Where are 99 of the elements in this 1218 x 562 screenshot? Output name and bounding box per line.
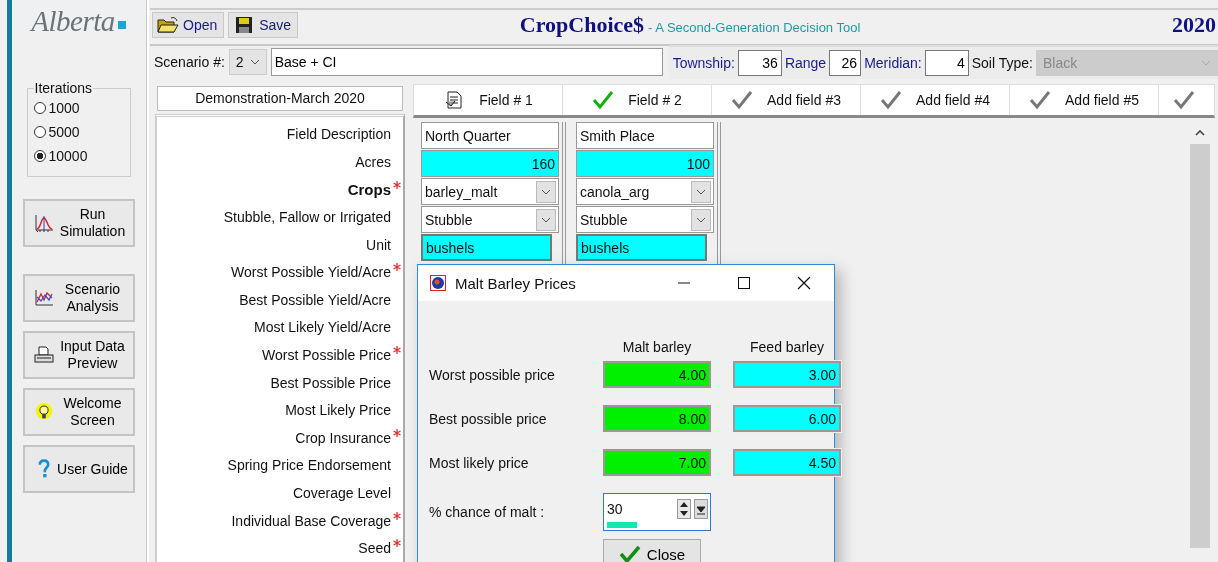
line-chart-icon <box>32 288 55 308</box>
field-label: Unit <box>366 236 391 253</box>
field-label: Worst Possible Price <box>262 347 391 364</box>
checkmark-icon <box>592 90 615 110</box>
field-label: Best Possible Price <box>270 374 391 391</box>
field-label: Spring Price Endorsement <box>227 457 391 474</box>
side-button[interactable]: Input Data Preview <box>22 331 135 379</box>
folder-icon <box>157 16 179 34</box>
field-label: Individual Base Coverage <box>231 512 391 529</box>
price-label: Most likely price <box>429 454 530 471</box>
acres-field[interactable]: 100 <box>576 150 714 177</box>
field-label: Coverage Level <box>292 485 391 501</box>
logo-text: Alberta <box>31 4 115 38</box>
tillage-dropdown[interactable]: Stubble <box>421 206 559 233</box>
field-label: Best Possible Yield/Acre <box>239 291 391 308</box>
app-title: CropChoice$ <box>519 12 645 38</box>
field-tab[interactable]: Add field #3 <box>712 85 861 115</box>
field-label: Most Likely Yield/Acre <box>254 319 391 336</box>
checkmark-icon <box>880 90 902 110</box>
side-button[interactable]: User Guide <box>22 445 135 493</box>
scroll-thumb[interactable] <box>1190 144 1210 548</box>
radio-option[interactable]: 5000 <box>33 120 124 144</box>
unit-field[interactable]: bushels <box>576 234 707 261</box>
township-field[interactable]: 36 <box>737 50 782 76</box>
side-button[interactable]: Run Simulation <box>22 199 135 247</box>
feed-price-field[interactable]: 4.50 <box>733 449 841 476</box>
data-set-name: Demonstration-March 2020 <box>157 86 403 111</box>
field-label: Field Description <box>286 126 391 143</box>
scenario-name-field[interactable]: Base + CI <box>270 48 663 76</box>
crop-dropdown[interactable]: barley_malt <box>421 178 559 205</box>
chevron-down-icon <box>696 216 706 223</box>
tillage-dropdown[interactable]: Stubble <box>576 206 714 233</box>
chance-label: % chance of malt : <box>429 504 546 520</box>
checkmark-icon <box>1173 90 1195 110</box>
chevron-down-icon <box>541 188 551 195</box>
year-label: 2020 <box>1172 12 1217 38</box>
chevron-down-icon <box>696 188 706 195</box>
field-tab[interactable]: Add field #5 <box>1010 85 1159 115</box>
scenario-label: Scenario #: <box>154 54 225 70</box>
toolbar-button[interactable]: Save <box>228 12 299 38</box>
toolbar-button[interactable]: Open <box>152 12 225 38</box>
side-button[interactable]: Scenario Analysis <box>22 274 135 322</box>
crop-dropdown[interactable]: canola_arg <box>576 178 714 205</box>
close-icon[interactable] <box>797 276 811 290</box>
unit-field[interactable]: bushels <box>421 234 552 261</box>
side-button[interactable]: Welcome Screen <box>22 388 135 436</box>
price-label: Worst possible price <box>429 366 556 383</box>
field-label: Acres <box>355 153 391 170</box>
feed-price-field[interactable]: 3.00 <box>733 361 841 388</box>
malt-price-field[interactable]: 7.00 <box>603 449 711 476</box>
spinner-arrows-icon[interactable] <box>677 499 691 519</box>
group-title: Iterations <box>33 80 94 96</box>
column-header: Malt barley <box>621 339 693 355</box>
radio-option[interactable]: 10000 <box>33 144 124 168</box>
field-tab[interactable]: Add field #4 <box>861 85 1010 115</box>
dropdown-button[interactable] <box>691 180 711 203</box>
field-label: Crop Insurance <box>295 429 391 446</box>
chance-spinner[interactable]: 30 <box>603 493 711 531</box>
checkmark-icon <box>618 545 641 562</box>
app-subtitle: - A Second-Generation Decision Tool <box>648 20 861 35</box>
soil-type-label: Soil Type: <box>971 55 1033 71</box>
dropdown-button[interactable] <box>691 208 711 231</box>
chevron-down-icon <box>541 216 551 223</box>
field-label: Crops <box>347 181 391 198</box>
price-label: Best possible price <box>429 410 548 427</box>
maximize-icon[interactable] <box>737 276 751 290</box>
malt-price-field[interactable]: 4.00 <box>603 361 711 388</box>
meridian-field[interactable]: 4 <box>924 50 969 76</box>
field-label: Most Likely Price <box>285 402 391 419</box>
field-label: Seed <box>358 540 391 557</box>
column-header: Feed barley <box>749 339 825 355</box>
globe-icon <box>430 275 446 291</box>
description-field[interactable]: North Quarter <box>421 122 559 149</box>
close-button[interactable]: Close <box>603 539 701 562</box>
malt-price-field[interactable]: 8.00 <box>603 405 711 432</box>
logo-square-icon <box>117 21 126 29</box>
printer-icon <box>32 345 55 365</box>
scroll-up-icon[interactable] <box>1195 130 1205 136</box>
field-tab[interactable]: Field # 2 <box>563 85 712 115</box>
checkmark-icon <box>731 90 753 110</box>
field-label: Worst Possible Yield/Acre <box>230 264 391 281</box>
range-field[interactable]: 26 <box>829 50 862 76</box>
dropdown-button[interactable] <box>536 180 556 203</box>
checkmark-icon <box>1029 90 1051 110</box>
bell-curve-chart-icon <box>32 213 55 233</box>
dropdown-button[interactable] <box>536 208 556 231</box>
radio-option[interactable]: 1000 <box>33 96 124 120</box>
dialog-title: Malt Barley Prices <box>455 274 577 292</box>
range-label: Range <box>784 55 827 71</box>
chevron-down-icon <box>1201 60 1211 66</box>
scenario-number-dropdown[interactable]: 2 <box>228 49 267 75</box>
description-field[interactable]: Smith Place <box>576 122 714 149</box>
feed-price-field[interactable]: 6.00 <box>733 405 841 432</box>
chevron-down-icon <box>249 59 260 65</box>
township-label: Township: <box>672 55 735 71</box>
field-tab[interactable]: Field # 1 <box>414 85 563 115</box>
acres-field[interactable]: 160 <box>421 150 559 177</box>
field-label: Stubble, Fallow or Irrigated <box>223 209 391 226</box>
meridian-label: Meridian: <box>864 55 922 71</box>
